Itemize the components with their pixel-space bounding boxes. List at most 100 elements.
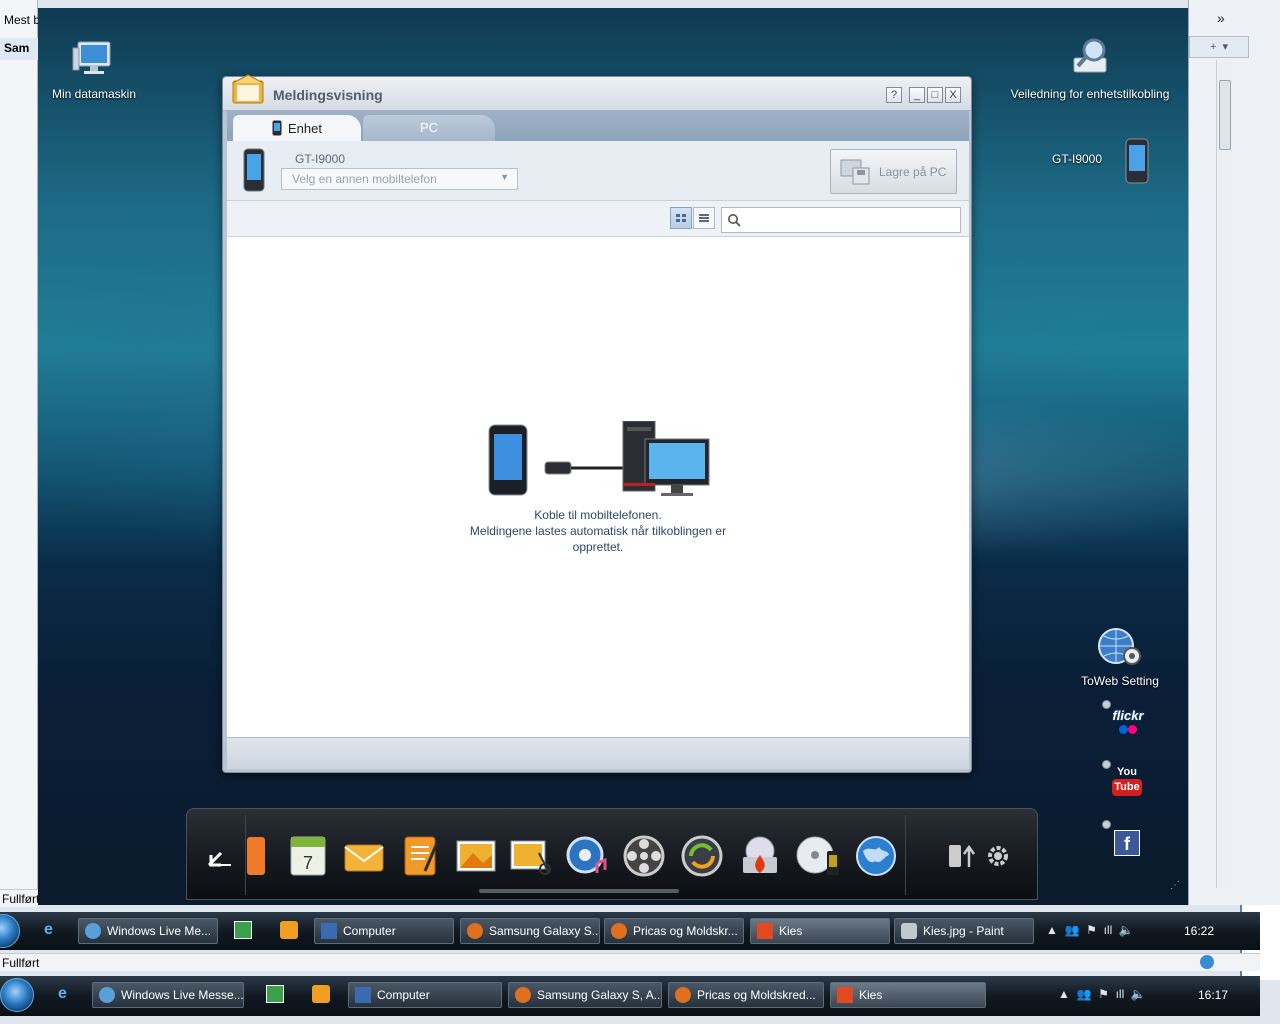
taskbar-button[interactable]: Samsung Galaxy S, A... (508, 982, 662, 1008)
taskbar-button[interactable]: Pricas og Moldskred... (668, 982, 824, 1008)
start-button[interactable] (0, 914, 20, 948)
taskbar-button[interactable]: Computer (314, 918, 454, 944)
youtube-icon[interactable]: You Tube (1112, 766, 1142, 802)
facebook-icon[interactable]: f (1114, 830, 1140, 856)
calendar-icon[interactable]: 7 (285, 833, 331, 879)
status-text: Fullført (2, 956, 40, 970)
phone-upload-icon[interactable] (947, 843, 975, 869)
burn-disc-icon[interactable] (737, 833, 783, 879)
video-icon[interactable] (621, 833, 667, 879)
globe-icon (1200, 955, 1214, 969)
window-titlebar[interactable]: Meldingsvisning ? _ □ X (223, 74, 971, 111)
kies-icon (757, 923, 773, 939)
save-to-pc-label: Lagre på PC (879, 165, 947, 179)
phone-icon (272, 120, 282, 136)
connect-message-line: Meldingene lastes automatisk når tilkobl… (469, 524, 727, 538)
search-input[interactable] (721, 207, 961, 233)
chevron-down-icon: ▼ (500, 172, 509, 182)
device-select[interactable]: Velg en annen mobiltelefon ▼ (281, 168, 518, 190)
tab-pc-label: PC (419, 120, 439, 135)
kies-dock: 7 (186, 808, 1038, 900)
desktop-icon-label: Min datamaskin (51, 87, 137, 101)
resize-grip-icon[interactable]: ⋰ (1170, 880, 1180, 891)
envelope-app-icon (232, 74, 264, 104)
taskbar-button[interactable]: Kies.jpg - Paint (894, 918, 1034, 944)
taskbar-button[interactable]: Computer (348, 982, 502, 1008)
maximize-button[interactable]: □ (927, 87, 943, 103)
list-view-icon[interactable] (693, 207, 715, 229)
scrollbar-thumb[interactable] (1219, 80, 1231, 150)
tray-icons[interactable]: ▲ 👥 ⚑ ıll 🔈 (1046, 923, 1134, 937)
taskbar-button[interactable]: Windows Live Me... (78, 918, 218, 944)
toweb-setting-widget[interactable]: ToWeb Setting (1070, 626, 1170, 688)
messenger-icon (99, 987, 115, 1003)
taskbar-button[interactable]: Windows Live Messe... (92, 982, 244, 1008)
globe-gear-icon (1098, 628, 1141, 665)
close-button[interactable]: X (945, 87, 961, 103)
radio-dot[interactable] (1102, 820, 1111, 829)
help-button[interactable]: ? (886, 87, 902, 103)
messages-icon[interactable] (341, 833, 387, 879)
media-player-icon[interactable] (280, 921, 298, 939)
outer-status-strip: Fullført (0, 953, 1260, 971)
desktop-icon-device[interactable]: GT-I9000 (1038, 138, 1168, 186)
outer-tab-label[interactable]: Mest b (0, 10, 38, 32)
outer-toolbar-button[interactable]: + ▾ (1189, 36, 1249, 58)
minimize-button[interactable]: _ (909, 87, 925, 103)
outer-scrollbar[interactable] (1216, 60, 1232, 888)
music-icon[interactable] (565, 833, 611, 879)
globe-icon[interactable] (853, 833, 899, 879)
quicklaunch-app-icon[interactable] (234, 921, 252, 939)
desktop-icon-label: Veiledning for enhetstilkobling (1010, 87, 1170, 101)
clock[interactable]: 16:22 (1184, 924, 1214, 938)
taskbar-button[interactable]: Samsung Galaxy S... (460, 918, 600, 944)
toolbar-row (227, 201, 969, 237)
tab-bar: Enhet PC (227, 111, 969, 141)
connect-message-line: opprettet. (572, 540, 624, 554)
tab-pc[interactable]: PC (363, 115, 495, 141)
desktop-icon-connection-guide[interactable]: Veiledning for enhetstilkobling (1000, 36, 1180, 101)
radio-dot[interactable] (1102, 760, 1111, 769)
status-text: Fullført (2, 892, 38, 906)
photos-icon[interactable] (453, 833, 499, 879)
taskbar-button[interactable]: Pricas og Moldskr... (604, 918, 744, 944)
ie-icon[interactable]: e (58, 985, 76, 1003)
phone-icon (243, 148, 265, 192)
tray-icons[interactable]: ▲ 👥 ⚑ ıll 🔈 (1058, 987, 1146, 1001)
kies-icon (837, 987, 853, 1003)
photo-editor-icon[interactable] (509, 833, 555, 879)
messenger-icon (85, 923, 101, 939)
tab-device[interactable]: Enhet (233, 115, 361, 141)
ie-icon[interactable]: e (44, 921, 62, 939)
clock[interactable]: 16:17 (1198, 988, 1228, 1002)
device-name: GT-I9000 (295, 152, 346, 166)
outer-tab-label[interactable]: Sam (0, 38, 38, 60)
media-player-icon[interactable] (312, 985, 330, 1003)
desktop-icon-label: GT-I9000 (1052, 152, 1103, 166)
memo-icon[interactable] (397, 833, 443, 879)
taskbar-outer: e Windows Live Messe... Computer Samsung… (0, 976, 1260, 1016)
taskbar-button[interactable]: Kies (750, 918, 890, 944)
desktop-icon-my-computer[interactable]: Min datamaskin (44, 38, 144, 101)
device-selector-row: GT-I9000 Velg en annen mobiltelefon ▼ La… (227, 141, 969, 201)
save-to-pc-button[interactable]: Lagre på PC (830, 149, 957, 194)
phone-to-pc-illustration (488, 421, 710, 496)
chevron-right-icon[interactable]: » (1217, 10, 1225, 26)
grid-view-icon[interactable] (670, 207, 692, 229)
gear-icon[interactable] (985, 843, 1011, 869)
disc-device-icon[interactable] (795, 833, 841, 879)
flickr-icon[interactable]: flickr (1108, 708, 1148, 740)
quicklaunch-app-icon[interactable] (266, 985, 284, 1003)
taskbar-button[interactable]: Kies (830, 982, 986, 1008)
tab-device-label: Enhet (288, 121, 322, 136)
collapse-arrow-icon[interactable] (207, 845, 233, 867)
outer-browser-left-panel: Mest b Sam (0, 0, 38, 905)
contacts-icon[interactable] (247, 833, 269, 879)
dock-scroll-indicator[interactable] (479, 889, 679, 893)
paint-icon (901, 923, 917, 939)
sync-icon[interactable] (679, 833, 725, 879)
start-button[interactable] (0, 978, 34, 1012)
firefox-icon (515, 987, 531, 1003)
window-title: Meldingsvisning (273, 87, 383, 103)
connect-message-line: Koble til mobiltelefonen. (534, 508, 662, 522)
